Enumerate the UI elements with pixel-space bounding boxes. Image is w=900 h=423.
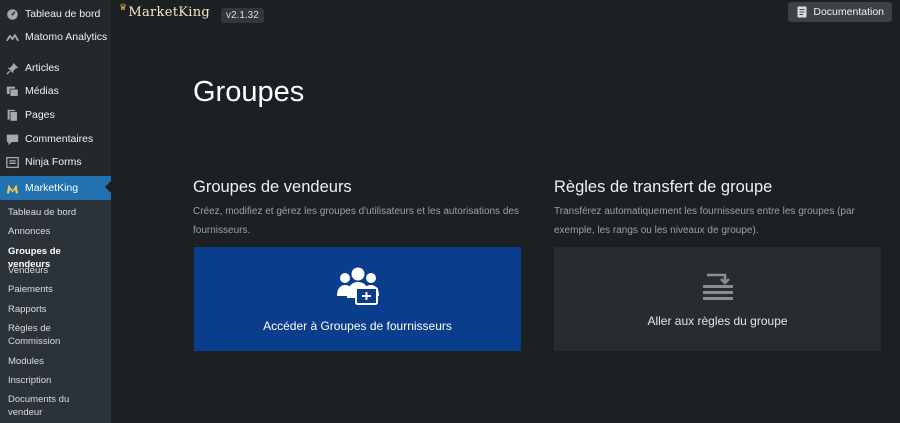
- sidebar-item-marketking[interactable]: MarketKing: [0, 176, 111, 200]
- group-transfer-rules-title: Règles de transfert de groupe: [554, 178, 773, 196]
- crown-icon: ♛: [119, 2, 128, 13]
- go-to-vendor-groups-label: Accéder à Groupes de fournisseurs: [263, 318, 452, 333]
- go-to-group-rules-button[interactable]: Aller aux règles du groupe: [554, 247, 881, 351]
- sidebar-item-label: Commentaires: [25, 133, 94, 145]
- version-badge: v2.1.32: [221, 8, 264, 23]
- dashboard-icon: [6, 8, 19, 21]
- sidebar-item-ninja-forms[interactable]: Ninja Forms: [0, 151, 111, 173]
- sidebar-item-label: Ninja Forms: [25, 156, 82, 168]
- submenu-item-registration[interactable]: Inscription: [8, 374, 104, 387]
- submenu-item-dashboard[interactable]: Tableau de bord: [8, 206, 104, 219]
- pin-icon: [6, 62, 19, 75]
- plugin-topbar: ♛ MarketKing v2.1.32 Documentation: [111, 0, 900, 30]
- sidebar-item-label: Pages: [25, 109, 55, 121]
- group-transfer-rules-description: Transférez automatiquement les fournisse…: [554, 206, 855, 236]
- submenu-item-modules[interactable]: Modules: [8, 355, 104, 368]
- submenu-item-vendor-documents[interactable]: Documents du vendeur: [8, 393, 80, 419]
- vendor-groups-title: Groupes de vendeurs: [193, 178, 352, 196]
- marketking-icon: [6, 182, 19, 195]
- sidebar-item-label: Tableau de bord: [25, 8, 101, 20]
- vendor-groups-description: Créez, modifiez et gérez les groupes d'u…: [193, 206, 519, 236]
- sidebar-item-label: Articles: [25, 62, 60, 74]
- sidebar-item-label: MarketKing: [25, 182, 79, 194]
- sidebar-item-matomo[interactable]: Matomo Analytics: [0, 26, 111, 48]
- go-to-vendor-groups-button[interactable]: Accéder à Groupes de fournisseurs: [194, 247, 521, 351]
- transfer-rules-icon: [701, 271, 735, 304]
- media-icon: [6, 85, 19, 98]
- documentation-button[interactable]: Documentation: [788, 2, 892, 22]
- documentation-label: Documentation: [813, 6, 884, 18]
- logo-text: MarketKing: [128, 5, 211, 20]
- marketking-submenu: Tableau de bord Annonces Groupes de vend…: [0, 200, 111, 423]
- submenu-item-reports[interactable]: Rapports: [8, 303, 104, 316]
- analytics-icon: [6, 31, 19, 44]
- admin-sidebar: Tableau de bord Matomo Analytics Article…: [0, 0, 111, 423]
- comments-icon: [6, 133, 19, 146]
- sidebar-item-comments[interactable]: Commentaires: [0, 128, 111, 150]
- sidebar-item-medias[interactable]: Médias: [0, 80, 111, 102]
- sidebar-item-pages[interactable]: Pages: [0, 104, 111, 126]
- page-title: Groupes: [193, 76, 305, 108]
- sidebar-item-dashboard[interactable]: Tableau de bord: [0, 3, 111, 25]
- sidebar-item-label: Médias: [25, 85, 59, 97]
- submenu-item-vendors[interactable]: Vendeurs: [8, 264, 104, 277]
- forms-icon: [6, 156, 19, 169]
- submenu-item-commission-rules[interactable]: Règles de Commission: [8, 322, 68, 348]
- sidebar-item-label: Matomo Analytics: [25, 31, 108, 43]
- document-icon: [796, 6, 808, 18]
- pages-icon: [6, 109, 19, 122]
- go-to-group-rules-label: Aller aux règles du groupe: [647, 313, 788, 328]
- sidebar-item-articles[interactable]: Articles: [0, 57, 111, 79]
- submenu-item-annonces[interactable]: Annonces: [8, 225, 104, 238]
- marketking-logo: ♛ MarketKing: [119, 2, 211, 21]
- active-indicator: [105, 181, 111, 193]
- users-group-icon: [336, 266, 380, 309]
- submenu-item-payments[interactable]: Paiements: [8, 283, 104, 296]
